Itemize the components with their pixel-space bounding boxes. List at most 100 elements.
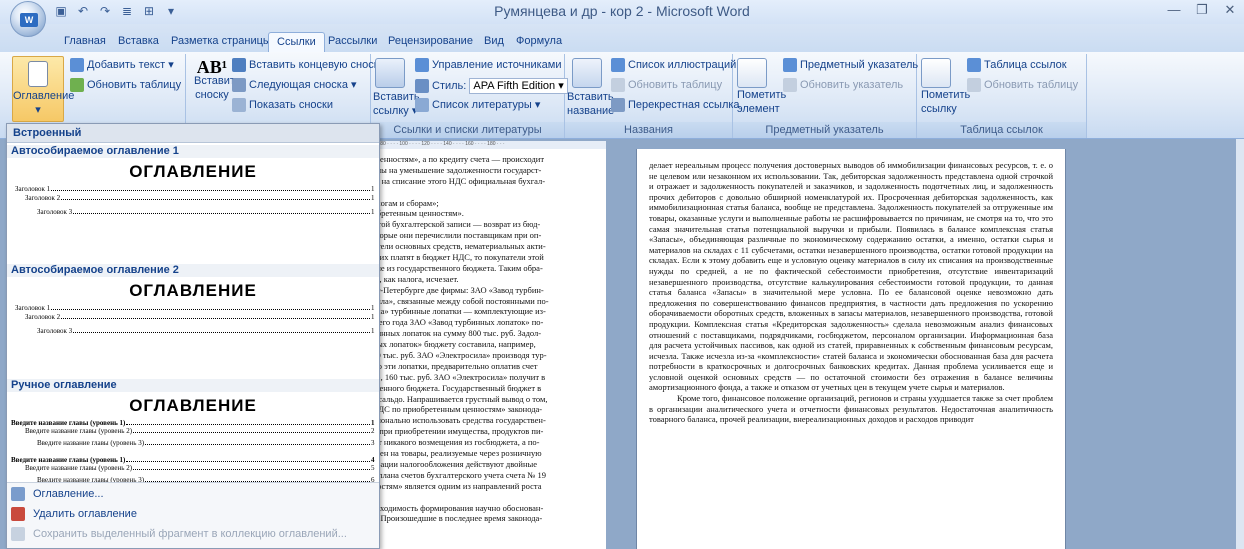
left-page-line: ь этой бухгалтерской записи — возврат из… xyxy=(368,219,541,230)
tab-insert[interactable]: Вставка xyxy=(110,32,167,52)
left-page-line: м ценностям», а по кредиту счета — проис… xyxy=(368,154,545,164)
toc-entry: Введите название главы (уровень 2) 2 xyxy=(25,427,375,435)
toc-option-auto-1-label: Автособираемое оглавление 1 xyxy=(7,145,379,158)
insert-endnote-button[interactable]: Вставить концевую сноску xyxy=(232,58,384,73)
toc-entry: Введите название главы (уровень 2) 5 xyxy=(25,464,375,472)
toc-dialog-command[interactable]: Оглавление... xyxy=(11,487,104,501)
group-index: Пометить элемент Предметный указатель Обн… xyxy=(733,54,918,138)
toc-entry: Заголовок 11 xyxy=(15,185,375,193)
gallery-commands: Оглавление... Удалить оглавление Сохрани… xyxy=(7,482,379,548)
insert-footnote-button[interactable]: AB¹ Вставить сноску xyxy=(194,57,241,102)
toc-option-manual-title: ОГЛАВЛЕНИЕ xyxy=(129,396,257,415)
tab-references[interactable]: Ссылки xyxy=(268,32,325,52)
tab-view[interactable]: Вид xyxy=(476,32,512,52)
insert-index-button[interactable]: Предметный указатель xyxy=(783,58,918,73)
left-page-line: тся на списание этого НДС официальная бу… xyxy=(368,175,546,186)
table-of-figures-icon xyxy=(611,58,625,73)
right-page-text: делает нереальным процесс получения дост… xyxy=(649,160,1053,425)
style-selector[interactable]: Стиль: APA Fifth Edition ▾ xyxy=(415,78,568,94)
toc-option-manual[interactable]: Ручное оглавление ОГЛАВЛЕНИЕ Введите наз… xyxy=(7,379,379,483)
left-page-line: из плана счетов бухгалтерского учета сче… xyxy=(368,469,546,480)
left-page-line: тью эти лопатки, предварительно оплатив … xyxy=(368,360,538,371)
update-table-button[interactable]: Обновить таблицу xyxy=(70,78,181,93)
cross-reference-icon xyxy=(611,98,625,113)
window-controls: — ❐ ✕ xyxy=(1160,0,1244,20)
footnote-ab-icon: AB¹ xyxy=(196,57,228,77)
paragraph-2: Кроме того, финансовое положение организ… xyxy=(649,393,1053,425)
update-authorities-button[interactable]: Обновить таблицу xyxy=(967,78,1078,93)
left-page-line: ущего года ЗАО «Завод турбинных лопаток»… xyxy=(368,317,544,328)
vertical-scrollbar[interactable] xyxy=(1236,139,1244,549)
group-citations: Вставить ссылку ▾ Управление источниками … xyxy=(371,54,568,138)
office-button[interactable]: W xyxy=(10,1,46,37)
group-captions: Вставить название Список иллюстраций Обно… xyxy=(565,54,740,138)
left-page-line: ственного бюджета. Государственный бюдже… xyxy=(368,382,542,393)
tab-home[interactable]: Главная xyxy=(56,32,114,52)
left-page-text: м ценностям», а по кредиту счета — проис… xyxy=(368,154,600,524)
group-label-captions: Названия xyxy=(565,122,732,138)
left-page-line: «НДС по приобретенным ценностям» законод… xyxy=(368,404,543,415)
horizontal-ruler[interactable]: · · · · 80 · · · · 100 · · · · 120 · · ·… xyxy=(368,141,606,149)
left-page-line xyxy=(368,492,600,503)
window-title: Румянцева и др - кор 2 - Microsoft Word xyxy=(494,3,750,19)
bibliography-button[interactable]: Список литературы ▾ xyxy=(415,98,540,113)
save-selection-toc-command[interactable]: Сохранить выделенный фрагмент в коллекци… xyxy=(11,527,347,541)
toc-button[interactable]: Оглавление ▾ xyxy=(12,56,74,122)
tab-mailings[interactable]: Рассылки xyxy=(320,32,385,52)
left-page-line: еобходимость формирования научно обоснов… xyxy=(368,502,544,513)
table-of-authorities-button[interactable]: Таблица ссылок xyxy=(967,58,1067,73)
caption-icon xyxy=(572,58,602,88)
save-selection-icon xyxy=(11,527,25,541)
gallery-header: Встроенный xyxy=(7,124,379,143)
next-footnote-button[interactable]: Следующая сноска ▾ xyxy=(232,78,357,93)
mark-citation-icon xyxy=(921,58,951,88)
left-page-line: нностям» является одним из направлений р… xyxy=(368,480,542,491)
insert-caption-button[interactable]: Вставить название xyxy=(567,58,614,118)
manage-sources-button[interactable]: Управление источниками xyxy=(415,58,561,73)
toc-option-auto-2[interactable]: Автособираемое оглавление 2 ОГЛАВЛЕНИЕ З… xyxy=(7,264,379,382)
style-dropdown[interactable]: APA Fifth Edition ▾ xyxy=(469,78,568,94)
left-page-line: ают никакого возмещения из госбюджета, а… xyxy=(368,437,540,448)
left-page-line: иных лопаток» бюджету составила, наприме… xyxy=(368,339,536,350)
toc-option-manual-label: Ручное оглавление xyxy=(7,379,379,392)
left-page-line: дители основных средств, нематериальных … xyxy=(368,241,546,252)
table-of-authorities-icon xyxy=(967,58,981,73)
remove-toc-command[interactable]: Удалить оглавление xyxy=(11,507,137,521)
left-page-line: низации налогообложения действуют двойны… xyxy=(368,458,538,469)
tab-formula[interactable]: Формула xyxy=(508,32,570,52)
left-page-line: 160 тыс. руб. ЗАО «Электросила» производ… xyxy=(368,350,547,361)
update-index-button[interactable]: Обновить указатель xyxy=(783,78,903,93)
toc-entry: Заголовок 11 xyxy=(15,304,375,312)
insert-index-icon xyxy=(783,58,797,73)
minimize-icon[interactable]: — xyxy=(1160,0,1188,20)
page-left[interactable]: м ценностям», а по кредиту счета — проис… xyxy=(368,149,606,549)
close-icon[interactable]: ✕ xyxy=(1216,0,1244,20)
left-page-line: ти. Произошедшие в последнее время закон… xyxy=(368,513,543,524)
cross-reference-button[interactable]: Перекрестная ссылка xyxy=(611,98,740,113)
left-page-line: же их платят в бюджет НДС, то покупатели… xyxy=(368,252,544,263)
toc-option-auto-2-title: ОГЛАВЛЕНИЕ xyxy=(129,281,257,300)
toc-option-auto-1[interactable]: Автособираемое оглавление 1 ОГЛАВЛЕНИЕ З… xyxy=(7,145,379,263)
next-footnote-icon xyxy=(232,78,246,93)
show-notes-button[interactable]: Показать сноски xyxy=(232,98,333,113)
mark-entry-button[interactable]: Пометить элемент xyxy=(737,58,786,116)
toc-entry: Заголовок 31 xyxy=(37,327,375,335)
add-text-button[interactable]: Добавить текст ▾ xyxy=(70,58,174,73)
maximize-icon[interactable]: ❐ xyxy=(1188,0,1216,20)
left-page-line: сила» турбинные лопатки — комплектующие … xyxy=(368,306,546,317)
tab-review[interactable]: Рецензирование xyxy=(380,32,481,52)
table-of-figures-button[interactable]: Список иллюстраций xyxy=(611,58,736,73)
show-notes-icon xyxy=(232,98,246,113)
page-right[interactable]: делает нереальным процесс получения дост… xyxy=(636,149,1066,549)
insert-citation-button[interactable]: Вставить ссылку ▾ xyxy=(373,58,420,118)
left-page-line: иобретенным ценностям». xyxy=(368,208,464,219)
mark-citation-button[interactable]: Пометить ссылку xyxy=(921,58,970,116)
tab-page-layout[interactable]: Разметка страницы xyxy=(163,32,279,52)
update-table-figures-button[interactable]: Обновить таблицу xyxy=(611,78,722,93)
citation-icon xyxy=(375,58,405,88)
toc-doc-icon xyxy=(11,487,25,501)
style-icon xyxy=(415,79,429,94)
left-page-line: сумы на уменьшение задолженности государ… xyxy=(368,164,542,175)
left-page-line: м цен на товары, реализуемые через розни… xyxy=(368,448,542,459)
group-label-citations: Ссылки и списки литературы xyxy=(371,122,564,138)
